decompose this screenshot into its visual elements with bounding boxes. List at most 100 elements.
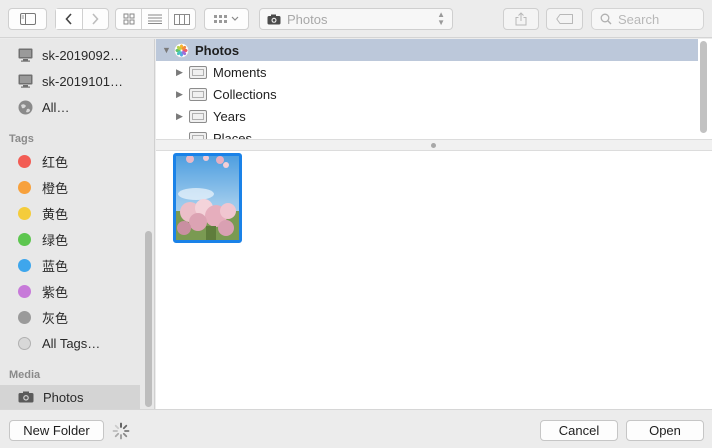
folder-icon [189, 65, 207, 79]
media-browser-outline: ▼ Photos ▶ Moments ▶ Collections ▶ Years… [156, 39, 712, 139]
outline-row-label: Places [213, 130, 253, 140]
list-icon [148, 14, 163, 24]
all-tags-label: All Tags… [42, 335, 101, 351]
search-field[interactable]: Search [591, 8, 704, 30]
outline-row-label: Moments [213, 64, 267, 80]
camera-icon [267, 14, 281, 24]
column-view-button[interactable] [169, 9, 195, 29]
media-heading: Media [9, 369, 41, 381]
location-label: Photos [287, 11, 328, 27]
back-button[interactable] [56, 9, 83, 29]
outline-row-places[interactable]: Places [156, 127, 698, 139]
tag-dot-icon [18, 284, 31, 298]
sidebar-item-photos[interactable]: Photos [0, 385, 140, 409]
outline-row-moments[interactable]: ▶ Moments [156, 61, 698, 83]
disclosure-closed-icon[interactable]: ▶ [176, 67, 186, 78]
sidebar-tag-green[interactable]: 绿色 [0, 226, 140, 252]
tag-label: 灰色 [42, 310, 69, 326]
folder-icon [189, 87, 207, 101]
tag-label: 黄色 [42, 206, 69, 222]
outline-row-label: Collections [213, 86, 277, 102]
arrange-menu-button[interactable] [204, 8, 249, 30]
outline-row-years[interactable]: ▶ Years [156, 105, 698, 127]
sidebar-scrollbar[interactable] [145, 231, 152, 407]
icon-view-button[interactable] [116, 9, 143, 29]
loading-spinner-icon [112, 422, 130, 440]
toolbar: Photos ▲ ▼ Search [0, 0, 712, 38]
sidebar: sk-2019092… sk-2019101… All… Tags 红色 橙色 … [0, 39, 155, 409]
network-globe-icon [18, 100, 33, 114]
outline-row-photos[interactable]: ▼ Photos [156, 39, 698, 61]
sidebar-toggle-button[interactable] [8, 8, 47, 30]
tag-dot-icon [18, 206, 31, 220]
main-pane: ▼ Photos ▶ Moments ▶ Collections ▶ Years… [156, 39, 712, 409]
new-folder-button[interactable]: New Folder [9, 420, 104, 441]
tag-label: 橙色 [42, 180, 69, 196]
sidebar-icon [19, 13, 36, 25]
splitter-handle-icon [431, 143, 436, 148]
tag-label: 蓝色 [42, 258, 69, 274]
tag-dot-icon [18, 310, 31, 324]
disclosure-closed-icon[interactable]: ▶ [176, 89, 186, 100]
tag-button[interactable] [546, 8, 583, 30]
camera-icon [18, 391, 34, 403]
pane-splitter[interactable] [156, 139, 712, 151]
disclosure-open-icon[interactable]: ▼ [162, 45, 172, 55]
sidebar-item-network[interactable]: All… [0, 94, 140, 120]
sidebar-item-label: All… [42, 99, 70, 115]
sidebar-item-device-2[interactable]: sk-2019101… [0, 68, 140, 94]
sidebar-item-label: sk-2019092… [42, 47, 123, 63]
tag-icon [555, 14, 573, 24]
sidebar-tag-purple[interactable]: 紫色 [0, 278, 140, 304]
chevron-left-icon [65, 13, 72, 25]
search-placeholder: Search [618, 11, 660, 27]
open-button[interactable]: Open [626, 420, 704, 441]
computer-icon [18, 74, 33, 88]
sidebar-tag-gray[interactable]: 灰色 [0, 304, 140, 330]
outline-scrollbar[interactable] [700, 41, 707, 133]
sidebar-tag-blue[interactable]: 蓝色 [0, 252, 140, 278]
view-mode-control [115, 8, 196, 30]
grid-icon [123, 13, 135, 25]
sidebar-tag-yellow[interactable]: 黄色 [0, 200, 140, 226]
share-icon [515, 12, 527, 26]
sidebar-item-label: sk-2019101… [42, 73, 123, 89]
cancel-button[interactable]: Cancel [540, 420, 618, 441]
tag-label: 红色 [42, 154, 69, 170]
arrange-grid-icon [213, 15, 238, 23]
folder-icon [189, 109, 207, 123]
sidebar-item-device-1[interactable]: sk-2019092… [0, 42, 140, 68]
sidebar-item-label: Photos [43, 389, 84, 405]
sidebar-all-tags[interactable]: All Tags… [0, 330, 140, 356]
back-forward-control [55, 8, 109, 30]
tag-dot-icon [18, 232, 31, 246]
folder-icon [189, 131, 207, 139]
photo-thumbnail[interactable] [173, 153, 242, 243]
popup-arrows-icon: ▲ ▼ [437, 10, 445, 27]
location-popup[interactable]: Photos ▲ ▼ [259, 8, 453, 30]
chevron-right-icon [92, 13, 99, 25]
photo-grid [156, 151, 712, 409]
outline-row-label: Photos [195, 42, 240, 58]
computer-icon [18, 48, 33, 62]
share-button[interactable] [503, 8, 539, 30]
sidebar-tag-orange[interactable]: 橙色 [0, 174, 140, 200]
disclosure-closed-icon[interactable]: ▶ [176, 111, 186, 122]
tags-heading: Tags [9, 133, 34, 145]
outline-row-label: Years [213, 108, 246, 124]
tag-dot-icon [18, 180, 31, 194]
tag-label: 绿色 [42, 232, 69, 248]
tag-dot-icon [18, 154, 31, 168]
columns-icon [173, 13, 190, 25]
sidebar-tag-red[interactable]: 红色 [0, 148, 140, 174]
outline-row-collections[interactable]: ▶ Collections [156, 83, 698, 105]
photo-image [176, 156, 239, 240]
forward-button[interactable] [83, 9, 109, 29]
search-icon [600, 13, 612, 25]
list-view-button[interactable] [142, 9, 169, 29]
bottom-bar: New Folder Cancel Open [0, 409, 712, 448]
tag-label: 紫色 [42, 284, 69, 300]
photos-app-icon [174, 42, 189, 58]
tag-dot-icon [18, 258, 31, 272]
all-tags-icon [18, 336, 31, 350]
